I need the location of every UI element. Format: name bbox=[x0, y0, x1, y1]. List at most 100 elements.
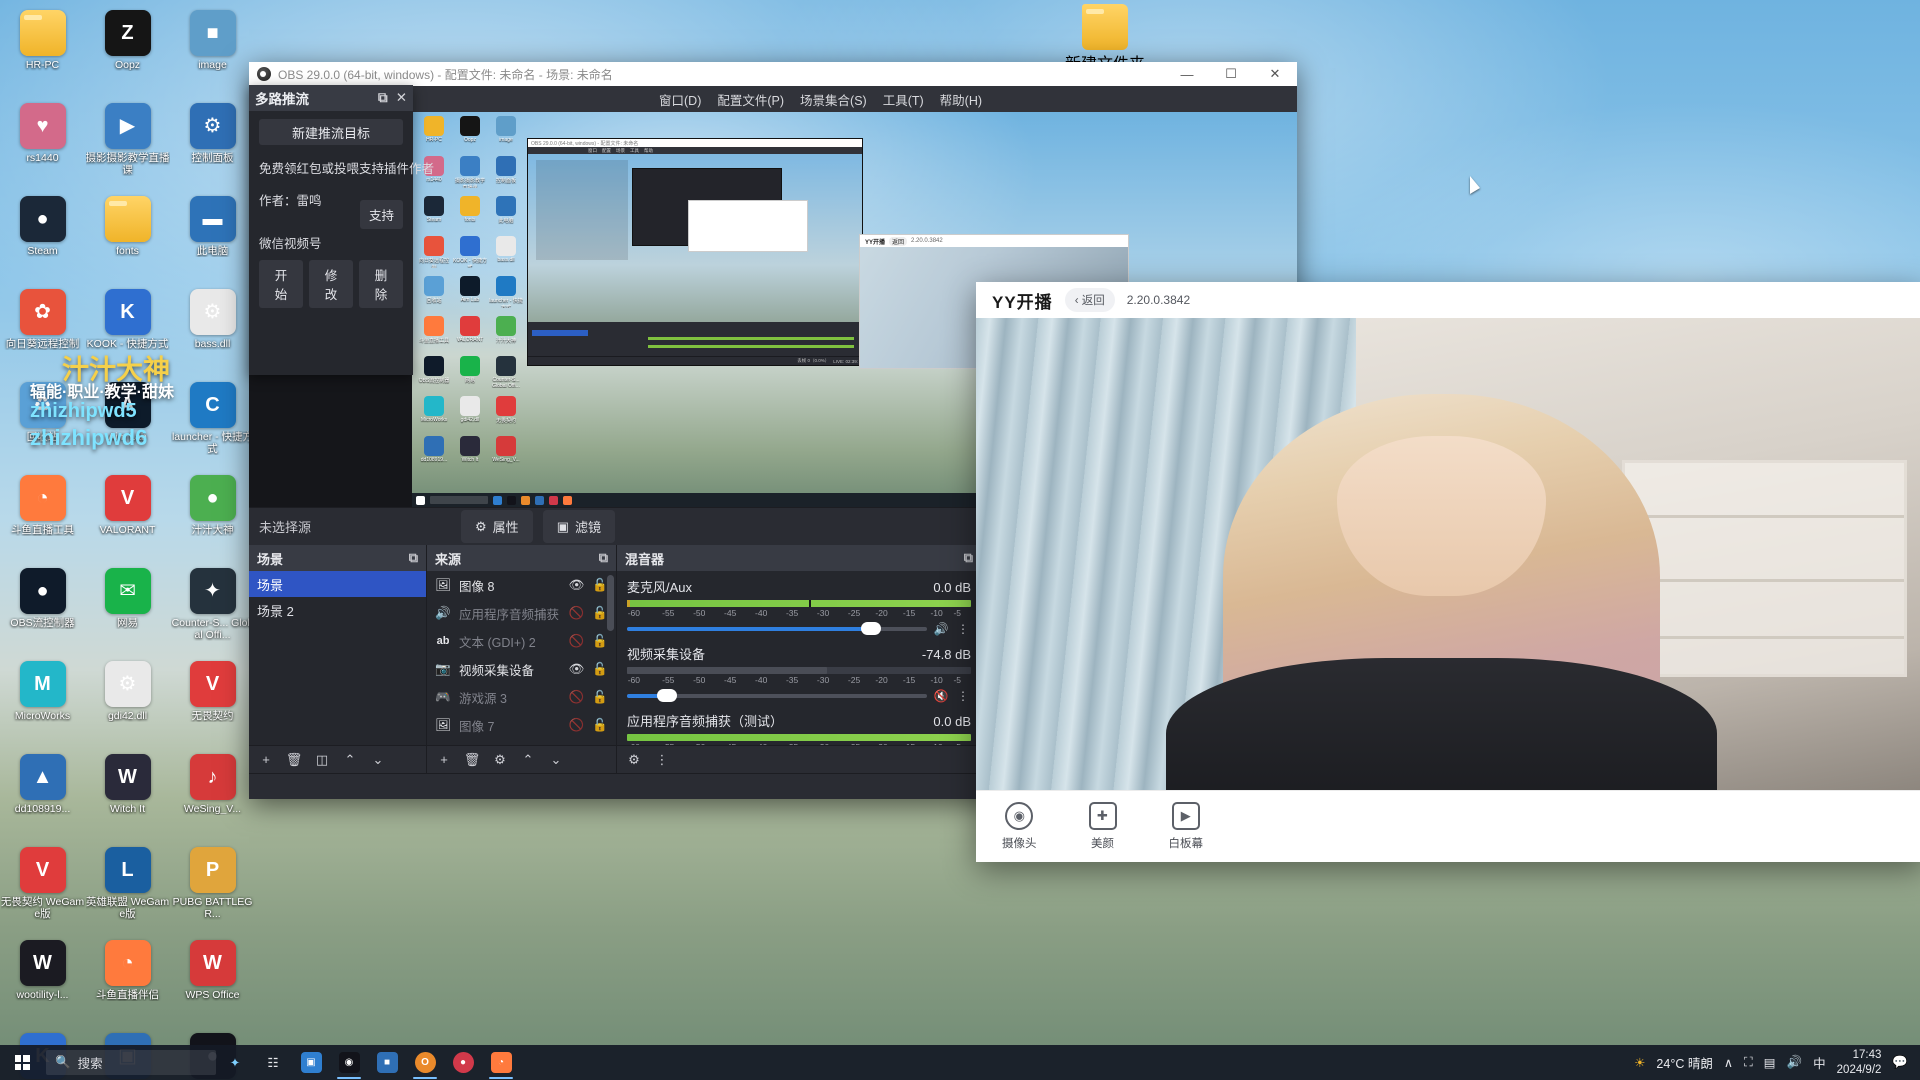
mixer-menu-button[interactable]: ⋮ bbox=[649, 749, 675, 771]
desktop-icon[interactable]: K KOOK - 快捷方式 bbox=[85, 283, 170, 376]
close-icon[interactable]: ✕ bbox=[396, 90, 407, 106]
multistream-action-buttons[interactable]: 开始 修改 删除 bbox=[259, 260, 403, 308]
visibility-toggle-icon[interactable]: 🚫 bbox=[569, 690, 585, 705]
desktop-icon[interactable]: P PUBG BATTLEGR... bbox=[170, 841, 255, 934]
copilot-icon[interactable]: ✦ bbox=[216, 1045, 254, 1080]
visibility-toggle-icon[interactable]: 👁 bbox=[569, 662, 585, 677]
desktop-icon[interactable]: Wwootility-l... bbox=[0, 934, 85, 1027]
taskbar-app-valorant[interactable]: ● bbox=[444, 1045, 482, 1080]
desktop-icon[interactable]: M MicroWorks bbox=[0, 655, 85, 748]
undock-icon[interactable]: ⧉ bbox=[409, 550, 418, 566]
desktop-icon[interactable]: L 英雄联盟 WeGame版 bbox=[85, 841, 170, 934]
desktop-icon[interactable]: ▲ dd108919... bbox=[0, 748, 85, 841]
visibility-toggle-icon[interactable]: 🚫 bbox=[569, 718, 585, 733]
desktop-icon[interactable]: ⚙ gdi42.dll bbox=[85, 655, 170, 748]
scene-filters-button[interactable]: ◫ bbox=[309, 749, 335, 771]
desktop-icon[interactable]: A Aim Lab bbox=[85, 376, 170, 469]
start-button[interactable] bbox=[0, 1045, 44, 1080]
obs-titlebar[interactable]: OBS 29.0.0 (64-bit, windows) - 配置文件: 未命名… bbox=[249, 62, 1297, 86]
multistream-dock[interactable]: 多路推流 ⧉ ✕ 新建推流目标 免费领红包或投喂支持插件作者 作者：雷鸣 微信视… bbox=[249, 85, 434, 375]
desktop-icon[interactable]: W Witch It bbox=[85, 748, 170, 841]
desktop-icon[interactable]: Clauncher - 快捷方式 bbox=[170, 376, 255, 469]
source-move-up-button[interactable]: ⌃ bbox=[515, 749, 541, 771]
network-icon[interactable]: ⛶ bbox=[1744, 1055, 1753, 1070]
mixer-toolbar[interactable]: ⚙ ⋮ bbox=[617, 745, 981, 773]
lock-toggle-icon[interactable]: 🔓 bbox=[592, 690, 608, 705]
support-button[interactable]: 支持 bbox=[359, 200, 403, 229]
desktop-icon[interactable]: ● 汁汁大神 bbox=[170, 469, 255, 562]
source-item[interactable]: 📷 视频采集设备 👁 🔓 bbox=[427, 655, 616, 683]
mute-icon[interactable]: 🔊 bbox=[933, 622, 949, 636]
task-view-button[interactable]: ☷ bbox=[254, 1045, 292, 1080]
minimize-button[interactable]: — bbox=[1165, 62, 1209, 86]
yy-toolbar[interactable]: ◉ 摄像头 ✚ 美颜 ▶ 白板幕 bbox=[976, 790, 1920, 862]
scene-item[interactable]: 场景 2 bbox=[249, 597, 426, 623]
desktop-icon[interactable]: ● OBS流控制器 bbox=[0, 562, 85, 655]
desktop-icon[interactable]: ✿ 向日葵远程控制 bbox=[0, 283, 85, 376]
desktop-icon[interactable]: ◔ 斗鱼直播伴侣 bbox=[85, 934, 170, 1027]
taskbar-app-douyu[interactable]: ◔ bbox=[482, 1045, 520, 1080]
undock-icon[interactable]: ⧉ bbox=[964, 550, 973, 566]
channel-menu-icon[interactable]: ⋮ bbox=[955, 689, 971, 703]
sources-list[interactable]: 🖼 图像 8 👁 🔓 🔊 应用程序音频捕获 🚫 🔓 ab 文本 (GDI+) 2 bbox=[427, 571, 616, 745]
undock-icon[interactable]: ⧉ bbox=[378, 90, 388, 106]
windows-taskbar[interactable]: 🔍 搜索 ✦ ☷ ▣ ◉ ■ O ● ◔ ☀ 24°C 晴朗 ∧ ⛶ ▤ 🔊 中… bbox=[0, 1045, 1920, 1080]
desktop-icon[interactable]: ■ image bbox=[170, 4, 255, 97]
lock-toggle-icon[interactable]: 🔓 bbox=[592, 662, 608, 677]
undock-icon[interactable]: ⧉ bbox=[599, 550, 608, 566]
scene-item[interactable]: 场景 bbox=[249, 571, 426, 597]
menu-help[interactable]: 帮助(H) bbox=[940, 90, 982, 109]
volume-icon[interactable]: 🔊 bbox=[1787, 1055, 1803, 1070]
notification-icon[interactable]: 💬 bbox=[1892, 1055, 1908, 1070]
lock-toggle-icon[interactable]: 🔓 bbox=[592, 578, 608, 593]
source-item[interactable]: 🖼 图像 8 👁 🔓 bbox=[427, 571, 616, 599]
menu-window[interactable]: 窗口(D) bbox=[659, 90, 701, 109]
source-item[interactable]: ab 文本 (GDI+) 2 🚫 🔓 bbox=[427, 627, 616, 655]
source-item[interactable]: 🎮 游戏源 3 🚫 🔓 bbox=[427, 683, 616, 711]
system-tray[interactable]: ☀ 24°C 晴朗 ∧ ⛶ ▤ 🔊 中 17:43 2024/9/2 💬 bbox=[1634, 1048, 1920, 1077]
desktop-icon[interactable]: V 无畏契约 bbox=[170, 655, 255, 748]
desktop-icon[interactable]: ⚙ bass.dll bbox=[170, 283, 255, 376]
desktop-icon[interactable]: ◔ 斗鱼直播工具 bbox=[0, 469, 85, 562]
source-item[interactable]: 🔊 应用程序音频捕获 🚫 🔓 bbox=[427, 599, 616, 627]
desktop-icon[interactable]: fonts bbox=[85, 190, 170, 283]
sources-scrollbar[interactable] bbox=[607, 575, 614, 631]
scene-move-down-button[interactable]: ⌄ bbox=[365, 749, 391, 771]
maximize-button[interactable]: ☐ bbox=[1209, 62, 1253, 86]
channel-fader[interactable] bbox=[627, 622, 927, 635]
desktop-icon[interactable]: ♻ 回收站 bbox=[0, 376, 85, 469]
yy-beauty-button[interactable]: ✚ 美颜 bbox=[1088, 802, 1117, 851]
lock-toggle-icon[interactable]: 🔓 bbox=[592, 634, 608, 649]
taskbar-app-photos[interactable]: ▣ bbox=[292, 1045, 330, 1080]
desktop-icon[interactable]: ✦ Counter-S... Global Offi... bbox=[170, 562, 255, 655]
channel-fader[interactable] bbox=[627, 689, 927, 702]
scenes-list[interactable]: 场景 场景 2 bbox=[249, 571, 426, 745]
lock-toggle-icon[interactable]: 🔓 bbox=[592, 718, 608, 733]
close-button[interactable]: ✕ bbox=[1253, 62, 1297, 86]
weather-label[interactable]: 24°C 晴朗 bbox=[1656, 1053, 1712, 1072]
menu-scene-collection[interactable]: 场景集合(S) bbox=[800, 90, 867, 109]
desktop-icon[interactable]: ✉ 网易 bbox=[85, 562, 170, 655]
yy-broadcast-window[interactable]: YY开播 ‹ 返回 2.20.0.3842 ◉ 摄像头 ✚ 美颜 ▶ 白板幕 bbox=[976, 282, 1920, 862]
desktop-icon[interactable]: ⚙ 控制面板 bbox=[170, 97, 255, 190]
source-move-down-button[interactable]: ⌄ bbox=[543, 749, 569, 771]
taskbar-app-capture[interactable]: ■ bbox=[368, 1045, 406, 1080]
menu-profile[interactable]: 配置文件(P) bbox=[717, 90, 784, 109]
remove-source-button[interactable]: 🗑 bbox=[459, 749, 485, 771]
new-stream-target-button[interactable]: 新建推流目标 bbox=[259, 119, 403, 145]
desktop-icon[interactable]: ♥ rs1440 bbox=[0, 97, 85, 190]
properties-button[interactable]: ⚙ 属性 bbox=[461, 510, 533, 543]
desktop-icon[interactable]: ♪ WeSing_V... bbox=[170, 748, 255, 841]
window-controls[interactable]: — ☐ ✕ bbox=[1165, 62, 1297, 86]
scene-move-up-button[interactable]: ⌃ bbox=[337, 749, 363, 771]
add-scene-button[interactable]: + bbox=[253, 749, 279, 771]
scenes-toolbar[interactable]: + 🗑 ◫ ⌃ ⌄ bbox=[249, 745, 426, 773]
taskbar-app-obs[interactable]: ◉ bbox=[330, 1045, 368, 1080]
sources-toolbar[interactable]: + 🗑 ⚙ ⌃ ⌄ bbox=[427, 745, 616, 773]
source-properties-button[interactable]: ⚙ bbox=[487, 749, 513, 771]
desktop-icon[interactable]: HR-PC bbox=[0, 4, 85, 97]
visibility-toggle-icon[interactable]: 🚫 bbox=[569, 606, 585, 621]
desktop-icon[interactable]: W WPS Office bbox=[170, 934, 255, 1027]
mixer-channels[interactable]: 麦克风/Aux 0.0 dB -60 -55 -50 -45 -40 -35 -30 -2… bbox=[617, 571, 981, 745]
desktop-icon[interactable]: ● Steam bbox=[0, 190, 85, 283]
